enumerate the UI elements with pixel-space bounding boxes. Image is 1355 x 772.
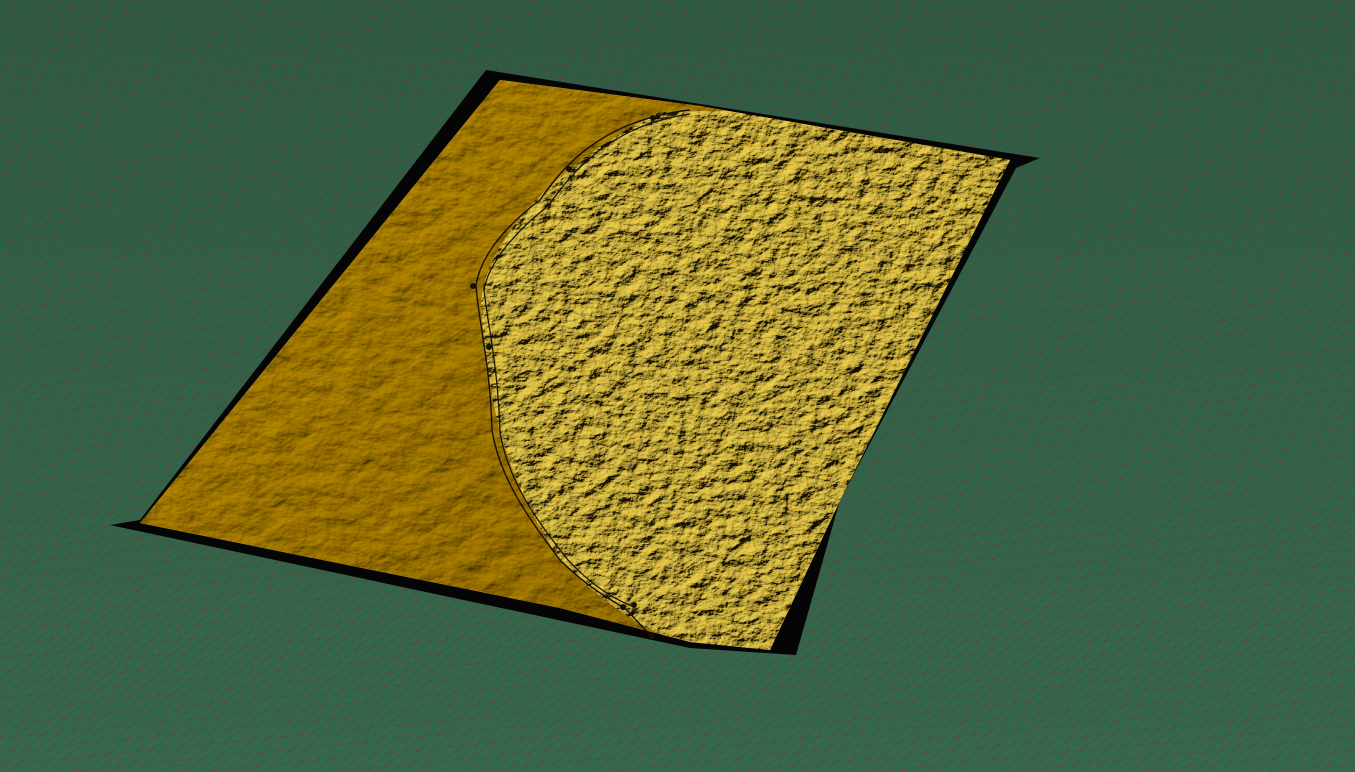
survey-vertex[interactable] bbox=[620, 604, 626, 610]
survey-vertex[interactable] bbox=[566, 166, 572, 172]
survey-vertex[interactable] bbox=[650, 115, 656, 121]
survey-vertex[interactable] bbox=[631, 602, 637, 608]
survey-vertex[interactable] bbox=[655, 114, 661, 120]
survey-vertex[interactable] bbox=[470, 283, 476, 289]
survey-vertex[interactable] bbox=[649, 633, 655, 639]
3d-viewport[interactable] bbox=[0, 0, 1355, 772]
terrain-scene[interactable] bbox=[0, 0, 1355, 772]
survey-vertex[interactable] bbox=[486, 344, 492, 350]
